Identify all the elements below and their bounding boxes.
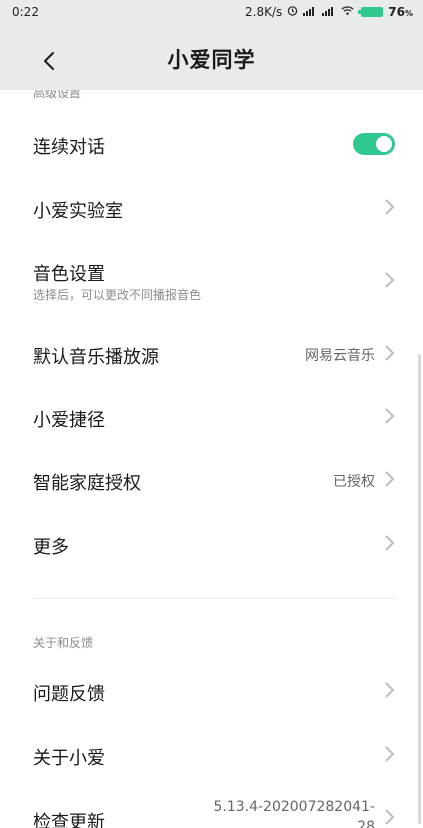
- row-label: 检查更新: [33, 812, 105, 828]
- signal-2-icon: [322, 5, 336, 19]
- scrollbar[interactable]: [418, 354, 421, 824]
- row-label: 连续对话: [33, 137, 105, 158]
- row-lab[interactable]: 小爱实验室: [0, 176, 423, 240]
- row-value: 已授权: [333, 474, 375, 490]
- continuous-dialog-toggle[interactable]: [353, 133, 395, 155]
- row-label: 音色设置: [33, 264, 105, 285]
- battery-icon: [358, 7, 384, 17]
- row-value: 网易云音乐: [305, 348, 375, 364]
- chevron-right-icon: [385, 809, 395, 825]
- chevron-right-icon: [385, 199, 395, 215]
- row-feedback[interactable]: 问题反馈: [0, 660, 423, 724]
- row-label: 小爱实验室: [33, 201, 123, 222]
- row-subtitle: 选择后，可以更改不同播报音色: [33, 288, 202, 302]
- chevron-right-icon: [385, 471, 395, 487]
- row-label: 小爱捷径: [33, 410, 105, 431]
- net-speed: 2.8K/s: [245, 5, 283, 19]
- status-bar: 0:22 2.8K/s 76%: [0, 0, 423, 26]
- row-music-source[interactable]: 默认音乐播放源 网易云音乐: [0, 321, 423, 385]
- alarm-icon: [287, 5, 298, 19]
- signal-1-icon: [303, 5, 317, 19]
- section-divider: [33, 598, 395, 599]
- status-indicators: 2.8K/s 76%: [245, 5, 413, 19]
- chevron-right-icon: [385, 682, 395, 698]
- app-header: 小爱同学: [0, 26, 423, 90]
- row-label: 更多: [33, 537, 69, 558]
- chevron-right-icon: [385, 746, 395, 762]
- row-label: 关于小爱: [33, 748, 105, 769]
- row-shortcuts[interactable]: 小爱捷径: [0, 385, 423, 449]
- row-voice[interactable]: 音色设置 选择后，可以更改不同播报音色: [0, 240, 423, 320]
- row-more[interactable]: 更多: [0, 512, 423, 576]
- version-line-1: 5.13.4-202007282041-: [213, 799, 375, 815]
- version-line-2: 28: [357, 819, 375, 828]
- section-label-advanced: 高级设置: [33, 90, 82, 100]
- version-value: 5.13.4-202007282041- 28: [213, 797, 375, 828]
- settings-list[interactable]: 高级设置 连续对话 小爱实验室 音色设置 选择后，可以更改不同播报音色 默认音乐…: [0, 90, 423, 828]
- row-label: 默认音乐播放源: [33, 347, 159, 368]
- row-label: 问题反馈: [33, 684, 105, 705]
- row-update[interactable]: 检查更新 5.13.4-202007282041- 28: [0, 788, 423, 828]
- row-smart-home[interactable]: 智能家庭授权 已授权: [0, 448, 423, 512]
- chevron-right-icon: [385, 345, 395, 361]
- row-continuous-dialog[interactable]: 连续对话: [0, 112, 423, 176]
- chevron-right-icon: [385, 408, 395, 424]
- row-label: 智能家庭授权: [33, 473, 141, 494]
- status-time: 0:22: [12, 5, 39, 19]
- chevron-right-icon: [385, 272, 395, 288]
- row-about[interactable]: 关于小爱: [0, 724, 423, 788]
- chevron-right-icon: [385, 535, 395, 551]
- toggle-knob: [376, 136, 392, 152]
- battery-level: 76%: [388, 5, 413, 19]
- wifi-icon: [341, 5, 354, 19]
- section-label-feedback: 关于和反馈: [33, 636, 94, 650]
- page-title: 小爱同学: [167, 48, 256, 72]
